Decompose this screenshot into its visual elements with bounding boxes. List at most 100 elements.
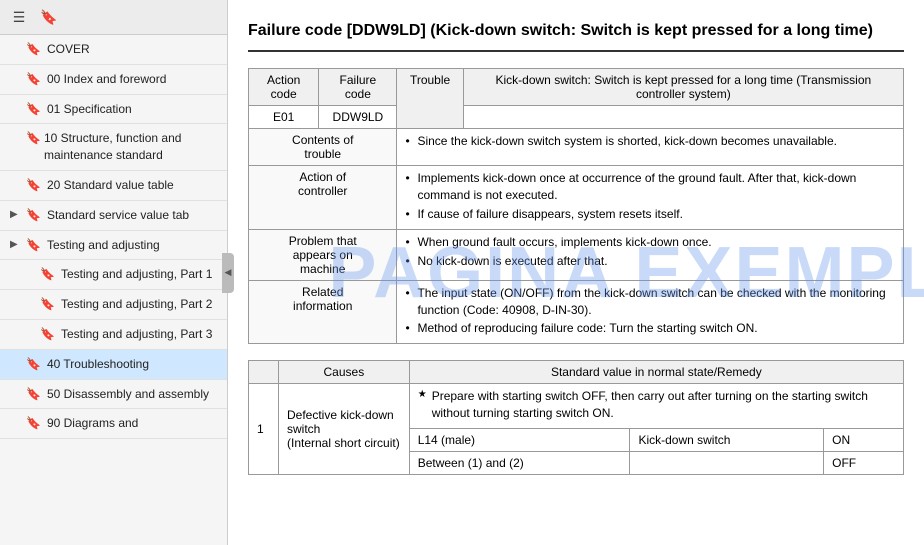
table-row-contents: Contents oftrouble Since the kick-down s… (249, 129, 904, 166)
expand-placeholder (24, 328, 34, 339)
list-item: Since the kick-down switch system is sho… (405, 133, 895, 150)
action-code-value: E01 (249, 106, 319, 129)
expand-placeholder (10, 43, 20, 54)
bookmark-icon: 🔖 (26, 42, 41, 56)
bookmark-icon: 🔖 (40, 327, 55, 341)
list-item: If cause of failure disappears, system r… (405, 206, 895, 223)
expand-placeholder (10, 417, 20, 428)
row-value-action: Implements kick-down once at occurrence … (397, 166, 904, 229)
sidebar-item-40-troubleshoot[interactable]: 🔖 40 Troubleshooting (0, 350, 227, 380)
list-item: No kick-down is executed after that. (405, 253, 895, 270)
row-label-related: Relatedinformation (249, 280, 397, 343)
on-off-label (630, 451, 824, 474)
expand-placeholder (10, 73, 20, 84)
bookmark-icon: 🔖 (26, 416, 41, 430)
bookmark-icon: 🔖 (26, 208, 41, 222)
bookmark-icon: 🔖 (26, 72, 41, 86)
row-number: 1 (249, 384, 279, 475)
list-item: The input state (ON/OFF) from the kick-d… (405, 285, 895, 319)
cause-description: Defective kick-down switch(Internal shor… (279, 384, 410, 475)
expand-arrow-icon: ▶ (10, 209, 20, 220)
sidebar-wrapper: ☰ 🔖 🔖 COVER 🔖 00 Index and foreword 🔖 01… (0, 0, 228, 545)
table-row-action: Action ofcontroller Implements kick-down… (249, 166, 904, 229)
sidebar-item-10-structure[interactable]: 🔖 10 Structure, function and maintenance… (0, 124, 227, 171)
connector-label: L14 (male) (409, 428, 630, 451)
sidebar-item-01-spec[interactable]: 🔖 01 Specification (0, 95, 227, 125)
row-value-contents: Since the kick-down switch system is sho… (397, 129, 904, 166)
sidebar-item-label: COVER (47, 41, 90, 58)
sidebar-item-testing-adjusting[interactable]: ▶ 🔖 Testing and adjusting (0, 231, 227, 261)
main-content: Failure code [DDW9LD] (Kick-down switch:… (228, 0, 924, 545)
standard-value-header: Standard value in normal state/Remedy (409, 361, 903, 384)
sidebar-item-20-standard[interactable]: 🔖 20 Standard value table (0, 171, 227, 201)
standard-note: Prepare with starting switch OFF, then c… (409, 384, 903, 429)
expand-placeholder (10, 179, 20, 190)
trouble-desc-value (463, 106, 903, 129)
table-row-related: Relatedinformation The input state (ON/O… (249, 280, 904, 343)
sidebar-item-90-diagrams[interactable]: 🔖 90 Diagrams and (0, 409, 227, 439)
expand-placeholder (10, 358, 20, 369)
sidebar-item-label: Testing and adjusting (47, 237, 160, 254)
action-list: Implements kick-down once at occurrence … (405, 170, 895, 222)
bookmark-icon: 🔖 (26, 178, 41, 192)
causes-num-header (249, 361, 279, 384)
sidebar-nav: 🔖 COVER 🔖 00 Index and foreword 🔖 01 Spe… (0, 35, 227, 545)
bookmark-icon: 🔖 (40, 267, 55, 281)
list-item: Method of reproducing failure code: Turn… (405, 320, 895, 337)
sidebar-item-label: 50 Disassembly and assembly (47, 386, 209, 403)
problem-list: When ground fault occurs, implements kic… (405, 234, 895, 270)
bookmark-icon: 🔖 (40, 297, 55, 311)
bookmark-icon: 🔖 (26, 238, 41, 252)
star-list: Prepare with starting switch OFF, then c… (418, 388, 895, 422)
trouble-header: Trouble (397, 69, 463, 129)
off-value: OFF (824, 451, 904, 474)
expand-placeholder (10, 388, 20, 399)
page-title: Failure code [DDW9LD] (Kick-down switch:… (248, 20, 904, 52)
list-item: Prepare with starting switch OFF, then c… (418, 388, 895, 422)
sidebar-item-label: Testing and adjusting, Part 3 (61, 326, 212, 343)
list-item: Implements kick-down once at occurrence … (405, 170, 895, 204)
sidebar-item-cover[interactable]: 🔖 COVER (0, 35, 227, 65)
row-label-contents: Contents oftrouble (249, 129, 397, 166)
contents-list: Since the kick-down switch system is sho… (405, 133, 895, 150)
row-label-problem: Problem thatappears onmachine (249, 229, 397, 280)
sidebar-item-label: Testing and adjusting, Part 2 (61, 296, 212, 313)
failure-code-value: DDW9LD (319, 106, 397, 129)
sidebar-item-testing-part3[interactable]: 🔖 Testing and adjusting, Part 3 (0, 320, 227, 350)
sidebar-toolbar: ☰ 🔖 (0, 0, 227, 35)
bookmark-icon: 🔖 (26, 357, 41, 371)
sidebar-collapse-handle[interactable]: ◀ (222, 253, 234, 293)
expand-placeholder (24, 298, 34, 309)
action-code-header: Action code (249, 69, 319, 106)
sidebar-item-label: 10 Structure, function and maintenance s… (44, 130, 219, 164)
switch-label: Kick-down switch (630, 428, 824, 451)
sidebar-item-label: 01 Specification (47, 101, 132, 118)
sidebar: ☰ 🔖 🔖 COVER 🔖 00 Index and foreword 🔖 01… (0, 0, 228, 545)
related-list: The input state (ON/OFF) from the kick-d… (405, 285, 895, 337)
on-value: ON (824, 428, 904, 451)
bookmark-toolbar-icon[interactable]: 🔖 (38, 6, 60, 28)
expand-placeholder (10, 132, 20, 143)
bookmark-icon: 🔖 (26, 102, 41, 116)
sidebar-item-00-index[interactable]: 🔖 00 Index and foreword (0, 65, 227, 95)
row-value-related: The input state (ON/OFF) from the kick-d… (397, 280, 904, 343)
sidebar-item-label: 00 Index and foreword (47, 71, 166, 88)
expand-placeholder (10, 103, 20, 114)
sidebar-item-label: 90 Diagrams and (47, 415, 138, 432)
expand-placeholder (24, 268, 34, 279)
sidebar-item-testing-part2[interactable]: 🔖 Testing and adjusting, Part 2 (0, 290, 227, 320)
info-table: Action code Failure code Trouble Kick-do… (248, 68, 904, 344)
table-row-problem: Problem thatappears onmachine When groun… (249, 229, 904, 280)
bookmark-icon: 🔖 (26, 387, 41, 401)
sidebar-item-50-disassembly[interactable]: 🔖 50 Disassembly and assembly (0, 380, 227, 410)
causes-row-1: 1 Defective kick-down switch(Internal sh… (249, 384, 904, 429)
sidebar-item-testing-part1[interactable]: 🔖 Testing and adjusting, Part 1 (0, 260, 227, 290)
causes-table: Causes Standard value in normal state/Re… (248, 360, 904, 475)
sidebar-item-label: Standard service value tab (47, 207, 189, 224)
row-value-problem: When ground fault occurs, implements kic… (397, 229, 904, 280)
sidebar-item-label: 20 Standard value table (47, 177, 174, 194)
expand-arrow-icon: ▶ (10, 239, 20, 250)
sidebar-item-label: Testing and adjusting, Part 1 (61, 266, 212, 283)
sidebar-item-standard-service[interactable]: ▶ 🔖 Standard service value tab (0, 201, 227, 231)
menu-icon[interactable]: ☰ (8, 6, 30, 28)
